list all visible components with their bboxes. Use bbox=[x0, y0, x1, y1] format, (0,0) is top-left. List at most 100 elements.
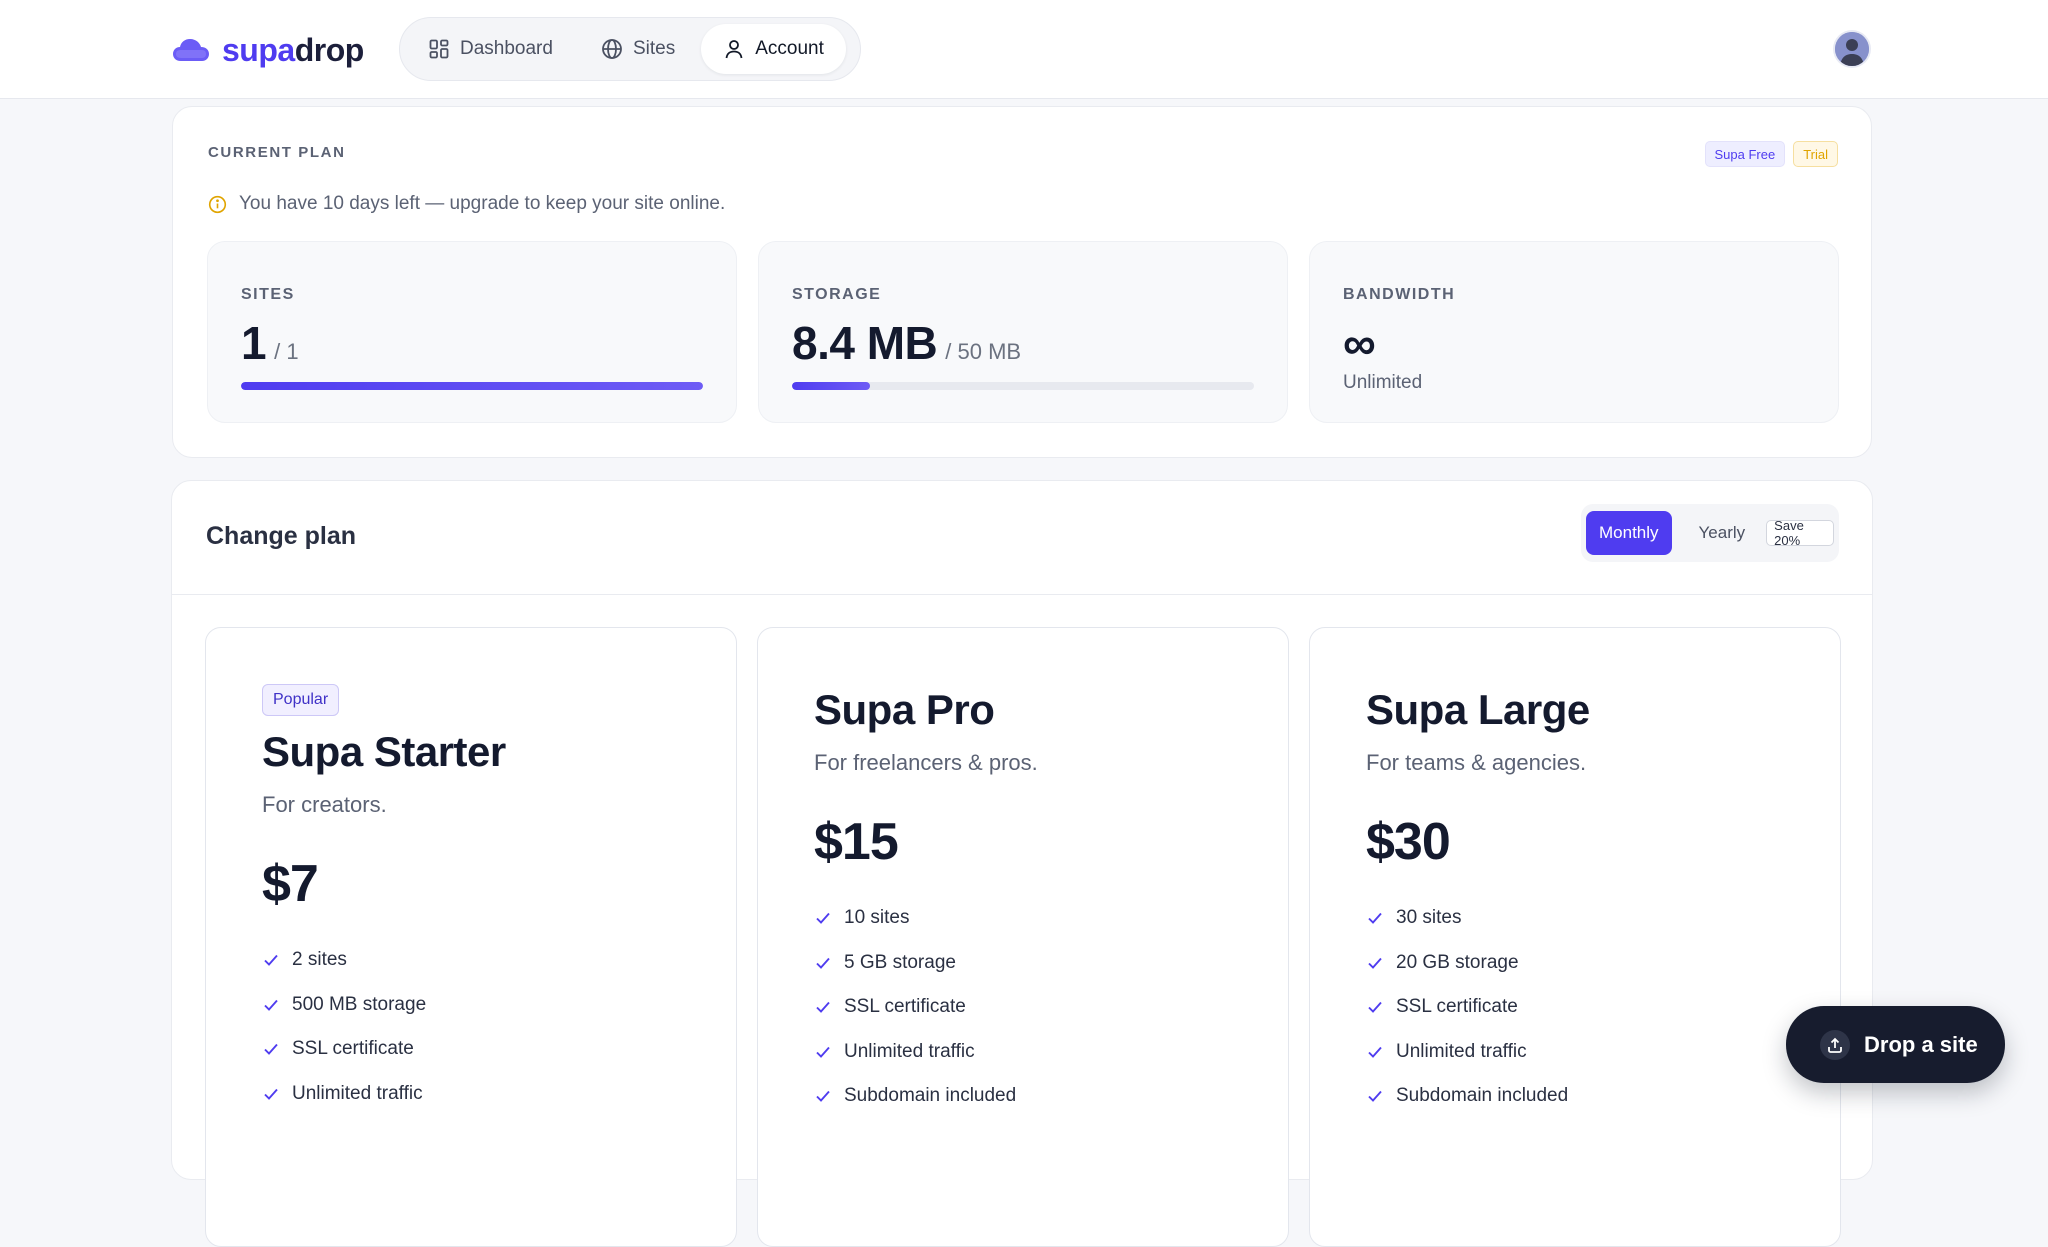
feature-list: 30 sites 20 GB storage SSL certificate U… bbox=[1366, 896, 1568, 1119]
user-icon bbox=[725, 40, 743, 59]
feature-list: 2 sites 500 MB storage SSL certificate U… bbox=[262, 938, 426, 1116]
feature-text: Subdomain included bbox=[1396, 1085, 1569, 1107]
stat-storage-label: STORAGE bbox=[792, 286, 882, 303]
storage-progress-fill bbox=[792, 382, 870, 390]
feature-item: 30 sites bbox=[1366, 896, 1568, 941]
infinity-symbol: ∞ bbox=[1343, 317, 1376, 369]
stat-sites-value: 1 / 1 bbox=[241, 316, 299, 370]
stat-sites-count: 1 bbox=[241, 317, 267, 369]
feature-text: Unlimited traffic bbox=[292, 1082, 423, 1104]
plan-badges: Supa Free Trial bbox=[1704, 141, 1838, 167]
stat-storage-limit: / 50 MB bbox=[945, 339, 1022, 364]
nav-account[interactable]: Account bbox=[701, 24, 846, 74]
nav-dashboard-label: Dashboard bbox=[460, 38, 553, 59]
change-plan-title: Change plan bbox=[206, 522, 357, 550]
feature-text: 2 sites bbox=[292, 949, 347, 971]
feature-text: Subdomain included bbox=[844, 1085, 1017, 1107]
main-nav: Dashboard Sites Account bbox=[399, 17, 861, 81]
cloud-logo-icon bbox=[173, 39, 209, 61]
stat-bandwidth: BANDWIDTH ∞ Unlimited bbox=[1309, 241, 1839, 423]
feature-item: Subdomain included bbox=[1366, 1074, 1568, 1119]
feature-item: SSL certificate bbox=[1366, 985, 1568, 1030]
nav-sites[interactable]: Sites bbox=[579, 24, 697, 74]
check-icon bbox=[1368, 957, 1382, 969]
globe-icon bbox=[602, 39, 622, 59]
tier-desc: For creators. bbox=[262, 792, 387, 817]
tier-card-large[interactable]: Supa Large For teams & agencies. $30 30 … bbox=[1309, 627, 1841, 1247]
sites-progress-bar bbox=[241, 382, 703, 390]
check-icon bbox=[1368, 1002, 1382, 1014]
check-icon bbox=[816, 957, 830, 969]
billing-yearly-button[interactable]: Yearly bbox=[1686, 511, 1759, 555]
stat-storage-used: 8.4 MB bbox=[792, 317, 938, 369]
feature-item: SSL certificate bbox=[262, 1027, 426, 1072]
current-plan-card: CURRENT PLAN Supa Free Trial You have 10… bbox=[172, 106, 1872, 458]
check-icon bbox=[264, 1044, 278, 1056]
feature-item: 500 MB storage bbox=[262, 983, 426, 1028]
current-plan-label: CURRENT PLAN bbox=[208, 144, 346, 161]
tier-desc: For teams & agencies. bbox=[1366, 750, 1587, 775]
sites-progress-fill bbox=[241, 382, 703, 390]
feature-item: Unlimited traffic bbox=[262, 1072, 426, 1117]
grid-icon bbox=[429, 39, 449, 59]
check-icon bbox=[264, 955, 278, 967]
nav-dashboard[interactable]: Dashboard bbox=[406, 24, 575, 74]
tier-price: $7 bbox=[262, 855, 319, 913]
nav-account-label: Account bbox=[755, 38, 824, 59]
check-icon bbox=[1368, 1046, 1382, 1058]
feature-text: 500 MB storage bbox=[292, 993, 427, 1015]
stat-bandwidth-label: BANDWIDTH bbox=[1343, 286, 1456, 303]
check-icon bbox=[816, 1002, 830, 1014]
check-icon bbox=[1368, 1091, 1382, 1103]
feature-text: 10 sites bbox=[844, 907, 910, 929]
feature-text: SSL certificate bbox=[1396, 996, 1518, 1018]
brand-name: supadrop bbox=[222, 31, 364, 68]
trial-badge: Trial bbox=[1793, 141, 1838, 167]
billing-monthly-button[interactable]: Monthly bbox=[1586, 511, 1672, 555]
stat-bandwidth-sub: Unlimited bbox=[1343, 372, 1423, 393]
billing-toggle: Monthly Yearly Save 20% bbox=[1581, 504, 1839, 562]
tier-desc: For freelancers & pros. bbox=[814, 750, 1038, 775]
feature-item: 20 GB storage bbox=[1366, 941, 1568, 986]
feature-text: Unlimited traffic bbox=[844, 1040, 975, 1062]
feature-item: Unlimited traffic bbox=[814, 1030, 1016, 1075]
stat-storage: STORAGE 8.4 MB / 50 MB bbox=[758, 241, 1288, 423]
drop-a-site-button[interactable]: Drop a site bbox=[1786, 1006, 2005, 1083]
tier-price: $30 bbox=[1366, 813, 1451, 871]
avatar[interactable] bbox=[1835, 32, 1869, 66]
top-bar: supadrop Dashboard Sites Account bbox=[0, 0, 2048, 99]
stat-sites-label: SITES bbox=[241, 286, 295, 303]
feature-item: 2 sites bbox=[262, 938, 426, 983]
check-icon bbox=[264, 999, 278, 1011]
save-badge: Save 20% bbox=[1766, 518, 1834, 548]
stat-storage-value: 8.4 MB / 50 MB bbox=[792, 316, 1021, 370]
upload-icon bbox=[1820, 1029, 1850, 1060]
check-icon bbox=[816, 1046, 830, 1058]
tier-name: Supa Large bbox=[1366, 686, 1590, 733]
drop-a-site-label: Drop a site bbox=[1864, 1031, 1978, 1057]
feature-text: SSL certificate bbox=[844, 996, 966, 1018]
feature-item: Subdomain included bbox=[814, 1074, 1016, 1119]
storage-progress-bar bbox=[792, 382, 1254, 390]
stat-sites: SITES 1 / 1 bbox=[207, 241, 737, 423]
nav-sites-label: Sites bbox=[632, 38, 676, 59]
tier-price: $15 bbox=[814, 813, 899, 871]
feature-text: 30 sites bbox=[1396, 907, 1462, 929]
tier-card-pro[interactable]: Supa Pro For freelancers & pros. $15 10 … bbox=[757, 627, 1289, 1247]
feature-item: Unlimited traffic bbox=[1366, 1030, 1568, 1075]
plan-badge: Supa Free bbox=[1704, 141, 1786, 167]
feature-text: Unlimited traffic bbox=[1396, 1040, 1527, 1062]
info-icon bbox=[208, 195, 227, 213]
tier-card-starter[interactable]: Popular Supa Starter For creators. $7 2 … bbox=[205, 627, 737, 1247]
trial-notice-text: You have 10 days left — upgrade to keep … bbox=[239, 193, 726, 214]
tier-name: Supa Pro bbox=[814, 686, 995, 733]
logo[interactable]: supadrop bbox=[172, 30, 364, 70]
stat-bandwidth-value: ∞ bbox=[1343, 316, 1376, 370]
feature-text: SSL certificate bbox=[292, 1038, 414, 1060]
feature-item: 5 GB storage bbox=[814, 941, 1016, 986]
check-icon bbox=[1368, 913, 1382, 925]
feature-item: SSL certificate bbox=[814, 985, 1016, 1030]
change-plan-header: Change plan Monthly Yearly Save 20% bbox=[172, 481, 1872, 595]
trial-notice: You have 10 days left — upgrade to keep … bbox=[208, 193, 725, 215]
feature-text: 5 GB storage bbox=[844, 951, 956, 973]
